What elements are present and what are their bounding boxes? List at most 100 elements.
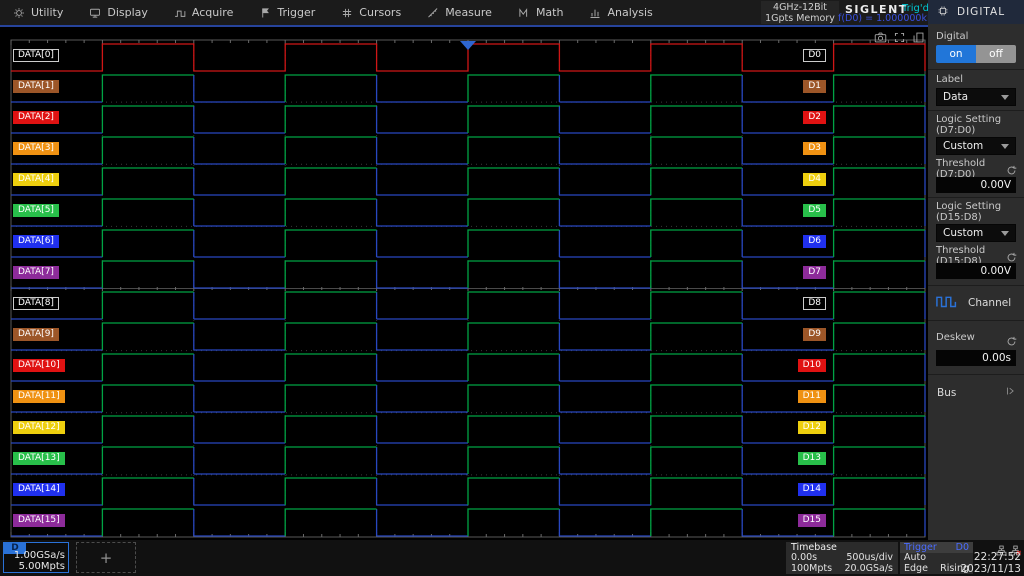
channel-label-D8[interactable]: DATA[8]	[13, 297, 59, 310]
channel-label-D3[interactable]: DATA[3]	[13, 142, 59, 155]
divider	[928, 69, 1024, 70]
divider	[928, 374, 1024, 375]
menu-item-display[interactable]: Display	[76, 0, 161, 25]
waveform-D15	[11, 509, 925, 536]
divider	[928, 285, 1024, 286]
digital-label: Digital	[928, 31, 1024, 42]
menu-item-acquire[interactable]: Acquire	[161, 0, 246, 25]
channel-tag-D7[interactable]: D7	[803, 266, 826, 279]
menu-item-math[interactable]: Math	[505, 0, 577, 25]
timebase-descriptor[interactable]: Timebase 0.00s 500us/div 100Mpts 20.0GSa…	[786, 542, 898, 574]
divider	[928, 110, 1024, 111]
channel-tag-D5[interactable]: D5	[803, 204, 826, 217]
waveform-D10	[11, 354, 925, 381]
channel-label-D4[interactable]: DATA[4]	[13, 173, 59, 186]
channel-label-D12[interactable]: DATA[12]	[13, 421, 65, 434]
chevron-down-icon	[1001, 231, 1009, 236]
channel-tag-D6[interactable]: D6	[803, 235, 826, 248]
fullscreen-icon[interactable]	[893, 29, 906, 48]
channel-tag-D8[interactable]: D8	[803, 297, 826, 310]
bottom-bar: D 1.00GSa/s 5.00Mpts + Timebase 0.00s 50…	[0, 540, 1024, 576]
bus-arrow-icon	[1005, 386, 1015, 399]
waveform-D6	[11, 230, 925, 257]
menu-item-utility[interactable]: Utility	[0, 0, 76, 25]
menu-item-label: Measure	[445, 6, 492, 19]
waveform-D7	[11, 261, 925, 288]
label-dropdown[interactable]: Data	[936, 88, 1016, 106]
menu-item-trigger[interactable]: Trigger	[246, 0, 328, 25]
camera-icon[interactable]	[874, 29, 887, 48]
channel-label-D2[interactable]: DATA[2]	[13, 111, 59, 124]
refresh-icon[interactable]	[1006, 332, 1017, 351]
add-icon: +	[100, 549, 113, 567]
channel-tag-D0[interactable]: D0	[803, 49, 826, 62]
divider	[928, 197, 1024, 198]
sample-rate: 1.00GSa/s	[14, 550, 65, 561]
menu-item-measure[interactable]: Measure	[414, 0, 505, 25]
trigger-mode: Auto	[904, 553, 926, 564]
channel-menu-item[interactable]: Channel	[928, 294, 1024, 311]
trigger-type: Edge	[904, 564, 928, 575]
channel-tag-D12[interactable]: D12	[798, 421, 826, 434]
logic-setting-d15d8-title: Logic Setting (D15:D8)	[928, 201, 1024, 223]
channel-tag-D15[interactable]: D15	[798, 514, 826, 527]
channel-label-D11[interactable]: DATA[11]	[13, 390, 65, 403]
label-dropdown-value: Data	[943, 91, 968, 103]
logic-setting-d15d8-dropdown[interactable]: Custom	[936, 224, 1016, 242]
oscilloscope-screen: Utility DisplayAcquireTrigger Cursors Measu…	[0, 0, 1024, 576]
cursors-icon	[341, 7, 353, 19]
threshold-d7d0-input[interactable]: 0.00V	[936, 177, 1016, 193]
flip-page-icon[interactable]	[912, 29, 925, 48]
system-info: 4GHz-12Bit 1Gpts Memory	[761, 1, 839, 24]
channel-label-D9[interactable]: DATA[9]	[13, 328, 59, 341]
channel-tag-D9[interactable]: D9	[803, 328, 826, 341]
threshold-d15d8-input[interactable]: 0.00V	[936, 263, 1016, 279]
channel-tag-D10[interactable]: D10	[798, 359, 826, 372]
system-info-line1: 4GHz-12Bit	[761, 2, 839, 13]
channel-label-D5[interactable]: DATA[5]	[13, 204, 59, 217]
menu-item-cursors[interactable]: Cursors	[328, 0, 414, 25]
measure-icon	[427, 7, 439, 19]
bus-menu-item[interactable]: Bus	[928, 386, 1024, 399]
channel-label-D6[interactable]: DATA[6]	[13, 235, 59, 248]
digital-channel-descriptor[interactable]: D 1.00GSa/s 5.00Mpts	[3, 542, 69, 573]
waveform-D14	[11, 478, 925, 505]
channel-label-D13[interactable]: DATA[13]	[13, 452, 65, 465]
toggle-on-button[interactable]: on	[936, 45, 976, 63]
clock: 22:27:52 2023/11/13	[960, 541, 1021, 575]
channel-label-D7[interactable]: DATA[7]	[13, 266, 59, 279]
waveform-D0	[11, 44, 925, 71]
channel-tag-D3[interactable]: D3	[803, 142, 826, 155]
waveform-D8	[11, 292, 925, 319]
channel-label-D14[interactable]: DATA[14]	[13, 483, 65, 496]
waveform-D13	[11, 447, 925, 474]
acquire-icon	[174, 7, 186, 19]
waveform-D4	[11, 168, 925, 195]
logic-setting-d7d0-dropdown[interactable]: Custom	[936, 137, 1016, 155]
channel-label-D15[interactable]: DATA[15]	[13, 514, 65, 527]
channel-label-D10[interactable]: DATA[10]	[13, 359, 65, 372]
chevron-down-icon	[1001, 144, 1009, 149]
analysis-icon	[589, 7, 601, 19]
digital-settings-panel: DIGITAL Digital on off Label Data Logic …	[928, 0, 1024, 540]
waveform-display: DATA[0] D0 DATA[1] D1 DATA[2] D2 DATA[3] D3 DATA…	[0, 27, 928, 540]
channel-tag-D1[interactable]: D1	[803, 80, 826, 93]
digital-toggle: on off	[936, 45, 1016, 63]
system-info-line2: 1Gpts Memory	[761, 13, 839, 24]
clock-date: 2023/11/13	[960, 564, 1021, 576]
channel-tag-D4[interactable]: D4	[803, 173, 826, 186]
channel-label-D0[interactable]: DATA[0]	[13, 49, 59, 62]
waveform-D5	[11, 199, 925, 226]
toggle-off-button[interactable]: off	[976, 45, 1016, 63]
menu-item-label: Utility	[31, 6, 63, 19]
bus-label: Bus	[937, 387, 956, 399]
channel-tag-D14[interactable]: D14	[798, 483, 826, 496]
menu-item-label: Cursors	[359, 6, 401, 19]
channel-tag-D2[interactable]: D2	[803, 111, 826, 124]
channel-label-D1[interactable]: DATA[1]	[13, 80, 59, 93]
menu-item-analysis[interactable]: Analysis	[576, 0, 665, 25]
deskew-input[interactable]: 0.00s	[936, 350, 1016, 366]
add-channel-button[interactable]: +	[76, 542, 136, 573]
channel-tag-D13[interactable]: D13	[798, 452, 826, 465]
channel-tag-D11[interactable]: D11	[798, 390, 826, 403]
